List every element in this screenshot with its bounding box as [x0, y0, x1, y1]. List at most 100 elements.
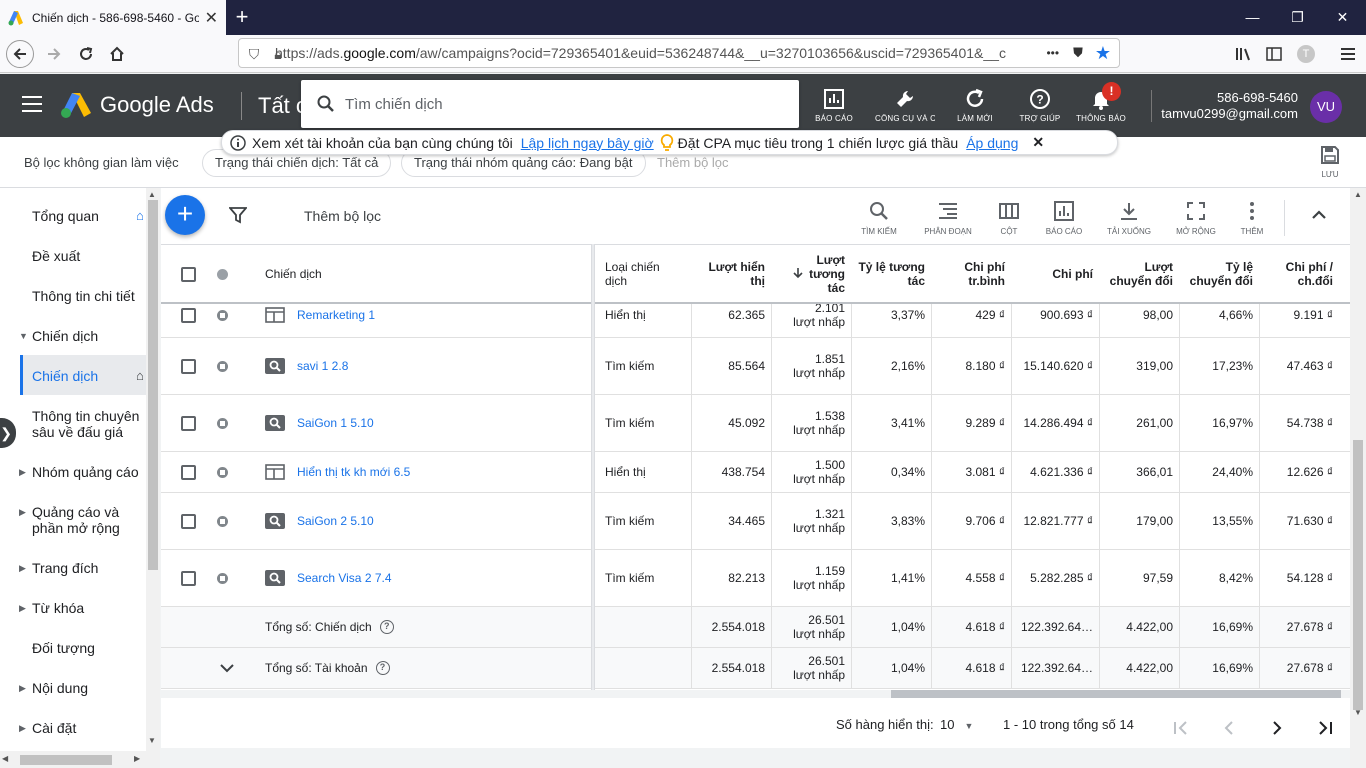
last-page-button[interactable] [1311, 714, 1339, 742]
paused-status-icon[interactable] [217, 515, 228, 527]
avatar[interactable]: VU [1310, 91, 1342, 123]
add-workspace-filter[interactable]: Thêm bộ lọc [657, 155, 729, 170]
reload-button[interactable] [72, 40, 100, 68]
table-row[interactable]: Remarketing 1 Hiển thị 62.365 2.101 lượt nhấ… [161, 304, 1350, 338]
row-checkbox[interactable] [181, 513, 196, 529]
minimize-button[interactable]: — [1230, 0, 1275, 35]
collapse-table-button[interactable] [1311, 206, 1327, 224]
home-shortcut-icon[interactable]: ⌂ [136, 208, 144, 223]
caret-right-icon[interactable]: ▶ [19, 467, 26, 478]
row-checkbox-cell[interactable] [181, 493, 201, 549]
table-row[interactable]: Hiển thị tk kh mới 6.5 Hiển thị 438.754 1.5… [161, 452, 1350, 493]
sidebar-item-5[interactable]: Thông tin chuyên sâu về đấu giá [0, 408, 145, 444]
download-button[interactable]: TẢI XUỐNG [1101, 200, 1157, 236]
sidebar-item-9[interactable]: ▶ Từ khóa [0, 600, 145, 636]
account-info[interactable]: 586-698-5460 tamvu0299@gmail.com [1161, 90, 1298, 122]
campaign-name-cell[interactable]: Search Visa 2 7.4 [297, 550, 587, 606]
row-checkbox-cell[interactable] [181, 452, 201, 492]
row-checkbox-cell[interactable] [181, 550, 201, 606]
table-row[interactable]: SaiGon 2 5.10 Tìm kiếm 34.465 1.321 lượt nhấ… [161, 493, 1350, 550]
sidebar-toggle-icon[interactable] [1260, 40, 1288, 68]
library-icon[interactable] [1230, 40, 1258, 68]
url-bar[interactable]: ⛉ 🔒︎ https://ads.google.com/aw/campaigns… [238, 38, 1120, 68]
home-shortcut-icon[interactable]: ⌂ [136, 368, 144, 383]
campaign-name-cell[interactable]: SaiGon 2 5.10 [297, 493, 587, 549]
help-circle-icon[interactable]: ? [375, 661, 390, 675]
forward-button[interactable] [40, 40, 68, 68]
status-header[interactable] [217, 245, 231, 303]
status-cell[interactable] [217, 395, 231, 451]
row-checkbox-cell[interactable] [181, 395, 201, 451]
sidebar-item-4[interactable]: Chiến dịch ⌂ [0, 368, 145, 404]
add-campaign-button[interactable]: + [165, 195, 205, 235]
caret-right-icon[interactable]: ▶ [19, 563, 26, 574]
shield-icon[interactable]: ⛉ [245, 45, 263, 63]
header-cost[interactable]: Chi phí [1017, 245, 1093, 303]
caret-down-icon[interactable]: ▼ [19, 331, 28, 341]
campaign-search-input[interactable] [345, 95, 745, 113]
table-horizontal-scrollbar[interactable] [161, 690, 1350, 698]
frozen-column-divider[interactable] [591, 244, 595, 690]
header-campaign[interactable]: Chiến dịch [265, 245, 465, 303]
pocket-icon[interactable]: ⛊ [1073, 45, 1083, 61]
header-conversions[interactable]: Lượt chuyển đổi [1105, 245, 1173, 303]
page-vertical-scrollbar[interactable]: ▲ ▼ [1350, 188, 1366, 768]
rows-per-page-select[interactable]: 10 ▼ [940, 717, 973, 732]
browser-menu-icon[interactable] [1334, 40, 1362, 68]
sidebar-item-2[interactable]: Thông tin chi tiết [0, 288, 145, 324]
paused-status-icon[interactable] [217, 417, 228, 429]
table-row[interactable]: SaiGon 1 5.10 Tìm kiếm 45.092 1.538 lượt nhấ… [161, 395, 1350, 452]
paused-status-icon[interactable] [217, 309, 228, 321]
header-conv-rate[interactable]: Tỷ lệ chuyển đổi [1185, 245, 1253, 303]
bookmark-star-icon[interactable]: ★ [1095, 43, 1111, 64]
sidebar-item-3[interactable]: ▼ Chiến dịch [0, 328, 145, 364]
row-checkbox[interactable] [181, 570, 196, 586]
row-checkbox[interactable] [181, 307, 196, 323]
status-cell[interactable] [217, 338, 231, 394]
select-all-checkbox[interactable] [181, 266, 196, 282]
campaign-link[interactable]: Remarketing 1 [297, 308, 375, 322]
filter-icon[interactable] [229, 206, 247, 224]
header-interaction-rate[interactable]: Tỷ lệ tương tác [857, 245, 925, 303]
new-tab-button[interactable]: + [230, 4, 254, 30]
sidebar-item-11[interactable]: ▶ Nội dung [0, 680, 145, 716]
campaign-search-box[interactable] [301, 80, 799, 128]
page-actions-icon[interactable]: ••• [1046, 46, 1059, 60]
reports-button[interactable]: BÁO CÁO [804, 86, 864, 123]
prev-page-button[interactable] [1215, 714, 1243, 742]
row-checkbox[interactable] [181, 415, 196, 431]
status-cell[interactable] [217, 550, 231, 606]
campaign-name-cell[interactable]: Hiển thị tk kh mới 6.5 [297, 452, 587, 492]
notifications-button[interactable]: THÔNG BÁO [1071, 86, 1131, 123]
browser-tab[interactable]: Chiến dịch - 586-698-5460 - Goo ✕ [0, 0, 226, 35]
back-button[interactable] [6, 40, 34, 68]
sidebar-item-0[interactable]: Tổng quan ⌂ [0, 208, 145, 244]
apply-link[interactable]: Áp dụng [966, 135, 1018, 151]
help-circle-icon[interactable]: ? [379, 620, 394, 634]
home-button[interactable] [103, 40, 131, 68]
row-checkbox-cell[interactable] [181, 338, 201, 394]
table-search-button[interactable]: TÌM KIẾM [851, 200, 907, 236]
campaign-link[interactable]: Hiển thị tk kh mới 6.5 [297, 465, 410, 479]
segment-button[interactable]: PHÂN ĐOẠN [920, 200, 976, 236]
table-row[interactable]: Search Visa 2 7.4 Tìm kiếm 82.213 1.159 lượt… [161, 550, 1350, 607]
caret-right-icon[interactable]: ▶ [19, 723, 26, 734]
help-button[interactable]: ? TRỢ GIÚP [1010, 86, 1070, 123]
more-button[interactable]: THÊM [1224, 200, 1280, 236]
select-all-checkbox-cell[interactable] [181, 245, 201, 303]
row-checkbox[interactable] [181, 358, 196, 374]
sidebar-vertical-scrollbar[interactable]: ▲ ▼ [146, 188, 160, 768]
refresh-button[interactable]: LÀM MỚI [945, 86, 1005, 123]
restore-button[interactable]: ❐ [1275, 0, 1320, 35]
header-avg-cost[interactable]: Chi phí tr.bình [937, 245, 1005, 303]
expand-totals-button[interactable] [219, 648, 239, 688]
tools-settings-button[interactable]: CÔNG CỤ VÀ CÀI [875, 86, 935, 123]
paused-status-icon[interactable] [217, 466, 228, 478]
sidebar-item-10[interactable]: Đối tượng [0, 640, 145, 676]
header-cost-per-conv[interactable]: Chi phí / ch.đổi [1265, 245, 1333, 303]
profile-icon[interactable]: T [1292, 40, 1320, 68]
sidebar-horizontal-scrollbar[interactable]: ◀ ▶ [0, 751, 146, 768]
status-cell[interactable] [217, 493, 231, 549]
row-checkbox-cell[interactable] [181, 304, 201, 337]
header-campaign-type[interactable]: Loại chiến dịch [605, 245, 685, 303]
